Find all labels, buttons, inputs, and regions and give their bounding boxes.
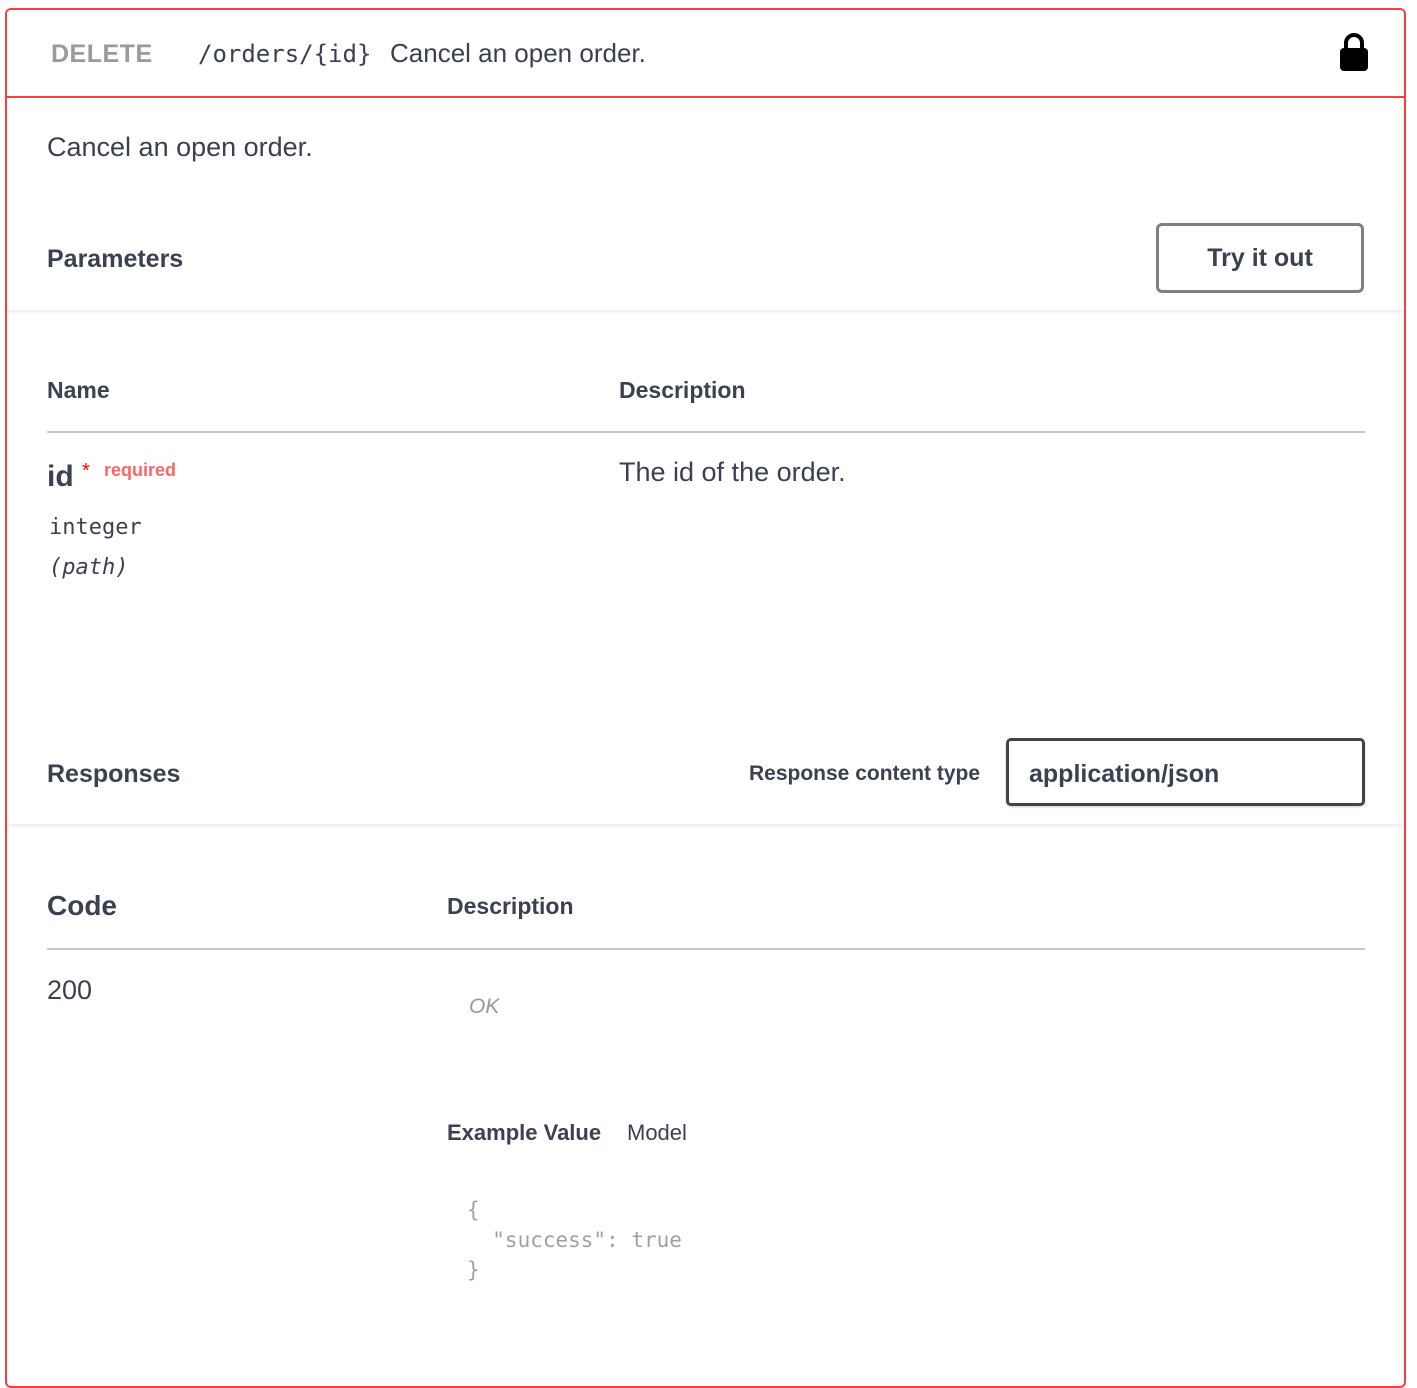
param-table-divider	[47, 431, 1365, 433]
resp-col-description: Description	[447, 893, 574, 919]
required-asterisk: *	[82, 460, 90, 482]
response-code: 200	[47, 975, 93, 1005]
parameters-title: Parameters	[47, 245, 184, 273]
try-it-out-button[interactable]: Try it out	[1156, 223, 1364, 293]
delete-operation-block: DELETE /orders/{id} Cancel an open order…	[5, 8, 1406, 1388]
param-type: integer	[49, 515, 142, 540]
example-value-code: { "success": true }	[467, 1198, 682, 1282]
summary-description: Cancel an open order.	[390, 38, 646, 68]
param-name: id	[47, 460, 74, 493]
operation-description: Cancel an open order.	[47, 132, 313, 162]
method-badge: DELETE	[51, 40, 153, 68]
resp-col-code: Code	[47, 890, 117, 921]
param-col-description: Description	[619, 377, 746, 403]
param-description: The id of the order.	[619, 457, 846, 487]
responses-title: Responses	[47, 760, 181, 788]
tab-model[interactable]: Model	[627, 1120, 687, 1146]
tab-example-value[interactable]: Example Value	[447, 1120, 601, 1146]
response-content-type-select[interactable]: application/json	[1006, 738, 1365, 806]
required-label: required	[104, 460, 177, 480]
operation-summary[interactable]: DELETE /orders/{id} Cancel an open order…	[7, 10, 1404, 98]
resp-table-divider	[47, 948, 1365, 950]
param-col-name: Name	[47, 377, 110, 403]
response-description: OK	[469, 995, 500, 1018]
endpoint-path: /orders/{id}	[198, 40, 372, 68]
lock-icon[interactable]	[1337, 32, 1371, 72]
param-location: (path)	[49, 555, 129, 580]
response-content-type-label: Response content type	[749, 762, 981, 785]
